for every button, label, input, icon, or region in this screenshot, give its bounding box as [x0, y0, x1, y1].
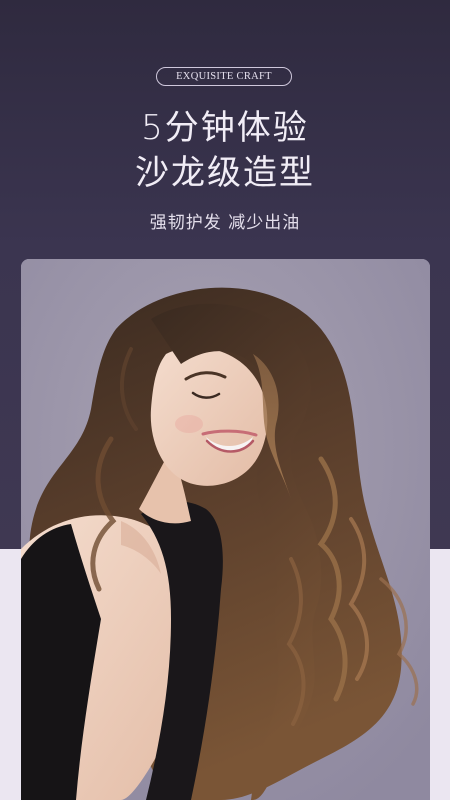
model-photo	[21, 259, 430, 800]
headline-line-1: 5分钟体验	[141, 108, 309, 148]
subheadline: 强韧护发 减少出油	[149, 213, 301, 233]
headline-line-2: 沙龙级造型	[135, 153, 315, 193]
model-illustration	[21, 259, 430, 800]
exquisite-craft-badge: EXQUISITE CRAFT	[156, 67, 292, 86]
